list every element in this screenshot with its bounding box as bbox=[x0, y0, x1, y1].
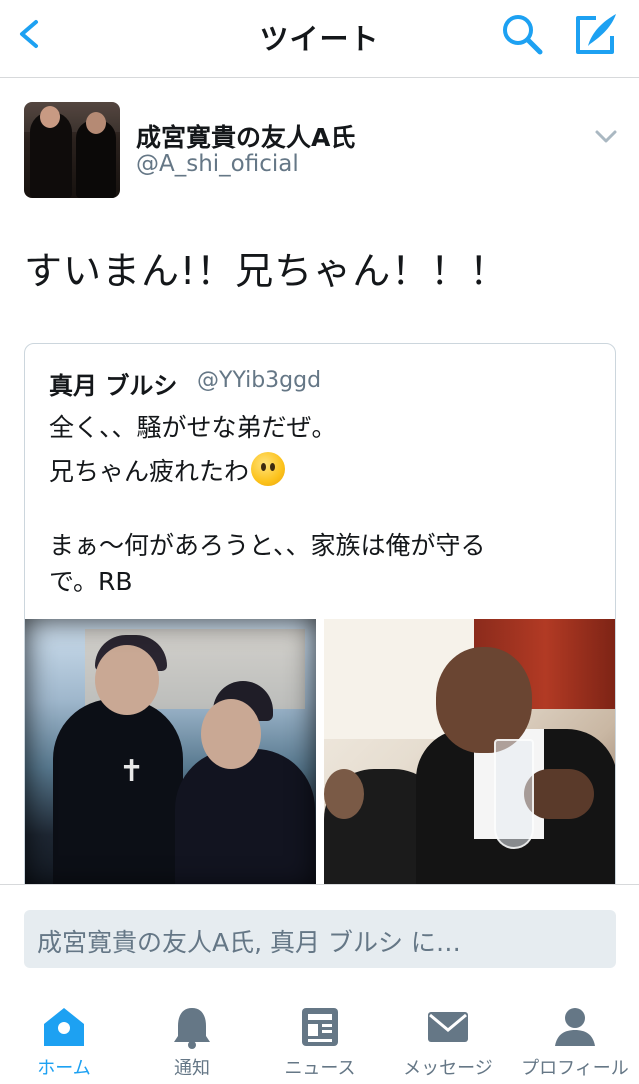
quoted-author-name: 真月 ブルシ bbox=[49, 372, 178, 400]
author-name[interactable]: 成宮寛貴の友人A氏 bbox=[136, 118, 355, 154]
quoted-tweet-card[interactable]: 真月 ブルシ @YYib3ggd 全く、、騒がせな弟だぜ。 兄ちゃん疲れたわ ま… bbox=[24, 343, 616, 943]
tab-messages[interactable]: メッセージ bbox=[384, 990, 512, 1084]
reply-input[interactable]: 成宮寛貴の友人A氏, 真月 ブルシ に… bbox=[24, 910, 616, 968]
search-button[interactable] bbox=[498, 10, 546, 58]
tab-label: 通知 bbox=[174, 1058, 210, 1079]
tab-bar: ホーム 通知 ニュース メッセージ プロフィール bbox=[0, 990, 639, 1084]
search-icon bbox=[503, 15, 543, 55]
tab-profile[interactable]: プロフィール bbox=[511, 990, 639, 1084]
navigation-header: ツイート bbox=[0, 0, 639, 78]
author-handle[interactable]: @A_shi_oficial bbox=[136, 151, 299, 177]
quoted-text-line: で。RB bbox=[49, 567, 133, 596]
compose-tweet-icon bbox=[576, 14, 616, 54]
media-photo-2[interactable] bbox=[324, 619, 615, 889]
tab-label: プロフィール bbox=[521, 1058, 629, 1079]
tab-label: ニュース bbox=[284, 1058, 356, 1079]
compose-tweet-button[interactable] bbox=[572, 10, 620, 58]
quoted-text-segment: 兄ちゃん疲れたわ bbox=[49, 457, 250, 486]
bell-icon bbox=[174, 1008, 210, 1049]
reply-placeholder: 成宮寛貴の友人A氏, 真月 ブルシ に… bbox=[37, 928, 461, 957]
tweet-text: すいまん!！兄ちゃん！！！ bbox=[24, 249, 509, 293]
tweet-options-button[interactable] bbox=[592, 124, 620, 148]
tab-notifications[interactable]: 通知 bbox=[128, 990, 256, 1084]
quoted-text-line: 兄ちゃん疲れたわ bbox=[49, 452, 286, 488]
tab-news[interactable]: ニュース bbox=[256, 990, 384, 1084]
reply-bar: 成宮寛貴の友人A氏, 真月 ブルシ に… bbox=[0, 884, 639, 990]
quoted-author-handle: @YYib3ggd bbox=[197, 368, 322, 393]
chevron-down-icon bbox=[595, 130, 617, 143]
envelope-icon bbox=[428, 1012, 468, 1042]
tab-label: メッセージ bbox=[403, 1058, 493, 1079]
author-avatar[interactable] bbox=[24, 102, 120, 198]
media-photo-1[interactable]: ✝ bbox=[25, 619, 316, 889]
quoted-text-line: まぁ〜何があろうと、、家族は俺が守る bbox=[49, 531, 486, 560]
tab-home[interactable]: ホーム bbox=[0, 990, 128, 1084]
news-icon bbox=[302, 1008, 338, 1046]
home-icon bbox=[44, 1008, 84, 1046]
person-icon bbox=[555, 1008, 595, 1046]
hushed-face-emoji-icon bbox=[251, 452, 286, 486]
quoted-text-line: 全く、、騒がせな弟だぜ。 bbox=[49, 413, 337, 442]
